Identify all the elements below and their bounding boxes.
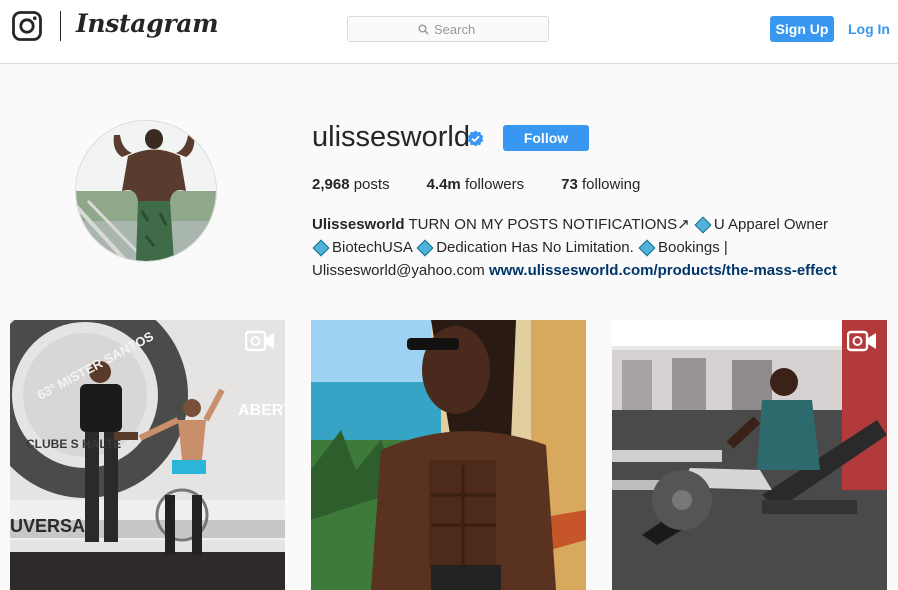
followers-stat[interactable]: 4.4m followers (427, 176, 525, 193)
bio-text-3: BiotechUSA (332, 239, 413, 256)
post-thumbnail-2[interactable] (311, 320, 586, 590)
posts-count: 2,968 (312, 176, 350, 193)
bio-text-2: U Apparel Owner (713, 216, 829, 233)
profile-stats: 2,968 posts 4.4m followers 73 following (312, 176, 677, 193)
blue-diamond-icon (416, 239, 434, 257)
sign-up-button[interactable]: Sign Up (770, 16, 834, 42)
search-input[interactable]: Search (347, 16, 549, 42)
instagram-wordmark[interactable]: Instagram (76, 9, 219, 38)
instagram-camera-icon[interactable] (12, 11, 42, 41)
blue-diamond-icon (312, 239, 330, 257)
posts-label: posts (353, 176, 390, 193)
following-count: 73 (561, 176, 578, 193)
bio-text-4: Dedication Has No Limitation. (436, 239, 634, 256)
search-placeholder: Search (434, 22, 476, 37)
followers-count: 4.4m (426, 176, 461, 193)
bio-name: Ulissesworld (312, 216, 405, 233)
log-in-link[interactable]: Log In (848, 21, 890, 37)
bio-email: Ulissesworld@yahoo.com (312, 262, 485, 279)
posts-stat: 2,968 posts (312, 176, 390, 193)
bio-text-5: Bookings | (657, 239, 728, 256)
post-1-side-text: ABERT (238, 402, 285, 419)
video-icon (847, 330, 876, 352)
post-1-club-text: CLUBE S HALTE (26, 437, 121, 451)
blue-diamond-icon (694, 216, 712, 234)
followers-label: followers (464, 176, 525, 193)
bio-website-link[interactable]: www.ulissesworld.com/products/the-mass-e… (489, 262, 837, 279)
profile-bio: Ulissesworld TURN ON MY POSTS NOTIFICATI… (312, 213, 852, 282)
following-label: following (582, 176, 641, 193)
verified-badge-icon (467, 130, 484, 147)
following-stat[interactable]: 73 following (561, 176, 640, 193)
profile-avatar[interactable] (75, 120, 217, 262)
search-icon (418, 24, 429, 35)
post-thumbnail-3[interactable] (612, 320, 887, 590)
top-navigation-bar: Instagram Search Sign Up Log In (0, 0, 898, 64)
logo-divider (60, 11, 61, 41)
post-1-bottom-text: UVERSAL (10, 516, 96, 536)
bio-text-1: TURN ON MY POSTS NOTIFICATIONS↗ (408, 216, 690, 233)
follow-button[interactable]: Follow (503, 125, 589, 151)
blue-diamond-icon (638, 239, 656, 257)
video-icon (245, 330, 274, 352)
post-thumbnail-1[interactable]: ABERT UVERSAL 63º MISTER SANTOS CLUBE S … (10, 320, 285, 590)
profile-username: ulissesworld (312, 121, 470, 153)
